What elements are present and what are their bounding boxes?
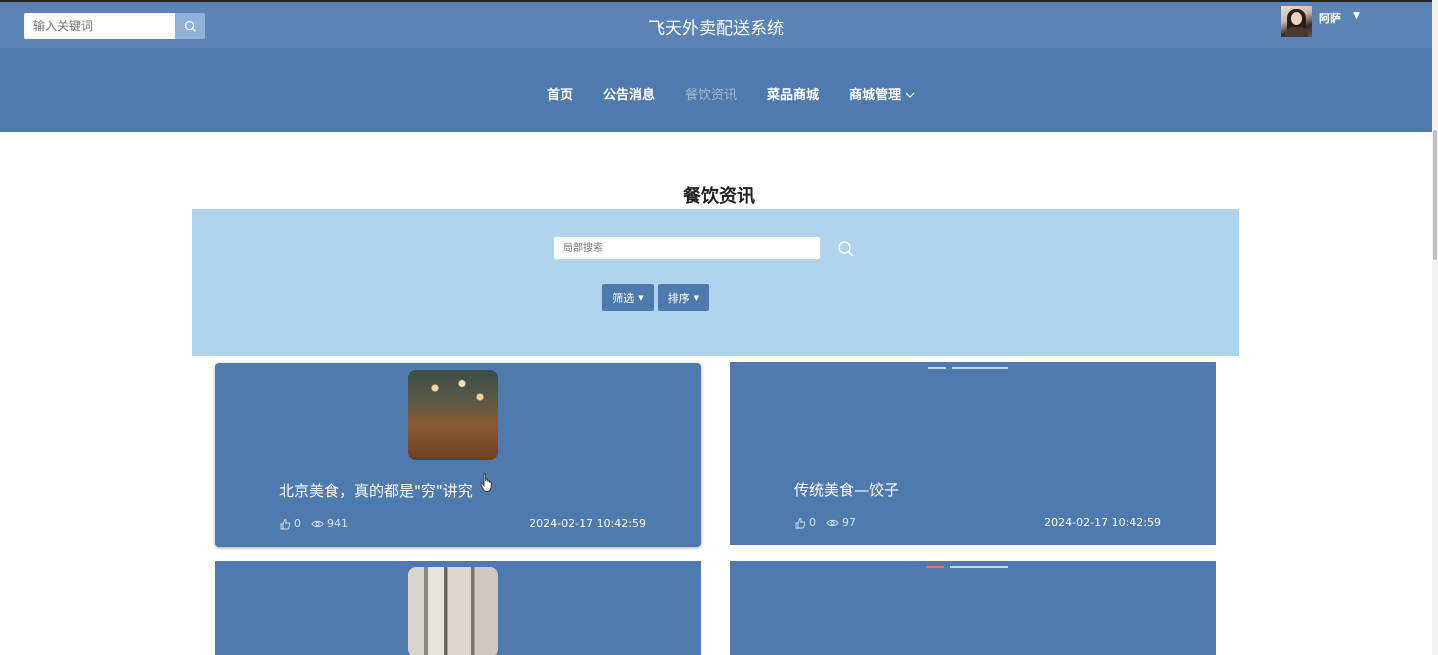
thumb-up-icon [795, 517, 806, 528]
main-nav: 首页 公告消息 餐饮资讯 菜品商城 商城管理 [0, 48, 1432, 132]
nav-item-shop-management-label: 商城管理 [849, 88, 902, 103]
nav-item-food-news[interactable]: 餐饮资讯 [685, 84, 737, 103]
news-card-date: 2024-02-17 10:42:59 [529, 517, 646, 530]
news-card-stats: 0 941 [279, 517, 348, 530]
news-card[interactable] [215, 561, 701, 655]
local-search-input[interactable] [553, 236, 821, 260]
search-icon [838, 241, 854, 257]
filter-panel: 筛选▼ 排序▼ [192, 209, 1239, 356]
app-root: 飞天外卖配送系统 阿萨 ▼ 首页 公告消息 餐饮资讯 菜品商城 商城管理 餐饮资… [0, 0, 1438, 655]
thumb-up-icon [280, 518, 291, 529]
news-card-image[interactable] [408, 567, 498, 655]
eye-icon [826, 519, 839, 526]
view-count: 97 [842, 516, 856, 529]
news-card-date: 2024-02-17 10:42:59 [1044, 516, 1161, 529]
news-card-title[interactable]: 传统美食—饺子 [794, 479, 899, 500]
news-card[interactable] [730, 561, 1216, 655]
site-title: 飞天外卖配送系统 [648, 19, 784, 39]
news-card-image[interactable] [408, 370, 498, 460]
broken-image [928, 367, 946, 369]
filter-button-label: 筛选 [612, 291, 635, 305]
hand-cursor-icon [480, 473, 492, 492]
user-menu[interactable]: 阿萨 ▼ [1281, 6, 1360, 37]
broken-image [950, 566, 1008, 568]
avatar[interactable] [1281, 6, 1312, 37]
news-card-stats: 0 97 [794, 516, 856, 529]
eye-icon [311, 520, 324, 527]
caret-down-icon[interactable]: ▼ [1353, 11, 1360, 21]
chevron-down-icon [905, 92, 915, 98]
caret-down-icon: ▼ [693, 293, 700, 302]
news-card[interactable]: 传统美食—饺子 0 97 2024-02-17 10:42:59 [730, 362, 1216, 545]
local-search-button[interactable] [837, 240, 855, 258]
sort-button-label: 排序 [667, 291, 690, 305]
like-count: 0 [809, 516, 816, 529]
news-card[interactable]: 北京美食，真的都是"穷"讲究 0 941 2024-02-17 10:42:59 [215, 363, 701, 547]
caret-down-icon: ▼ [638, 293, 644, 302]
nav-item-shop-management[interactable]: 商城管理 [849, 84, 915, 103]
nav-item-home[interactable]: 首页 [547, 84, 573, 103]
nav-item-dish-shop[interactable]: 菜品商城 [767, 84, 819, 103]
news-card-title[interactable]: 北京美食，真的都是"穷"讲究 [279, 480, 473, 501]
username[interactable]: 阿萨 [1319, 10, 1341, 26]
page-scrollbar[interactable] [1432, 0, 1438, 655]
broken-image [952, 367, 1008, 369]
page-title: 餐饮资讯 [683, 186, 755, 207]
filter-button[interactable]: 筛选 ▼ [602, 284, 654, 311]
nav-item-announcements[interactable]: 公告消息 [603, 84, 655, 103]
broken-image [926, 566, 944, 568]
like-count: 0 [294, 517, 301, 530]
view-count: 941 [327, 517, 348, 530]
top-bar: 飞天外卖配送系统 阿萨 ▼ [0, 0, 1432, 48]
sort-button[interactable]: 排序 ▼ [658, 284, 709, 311]
